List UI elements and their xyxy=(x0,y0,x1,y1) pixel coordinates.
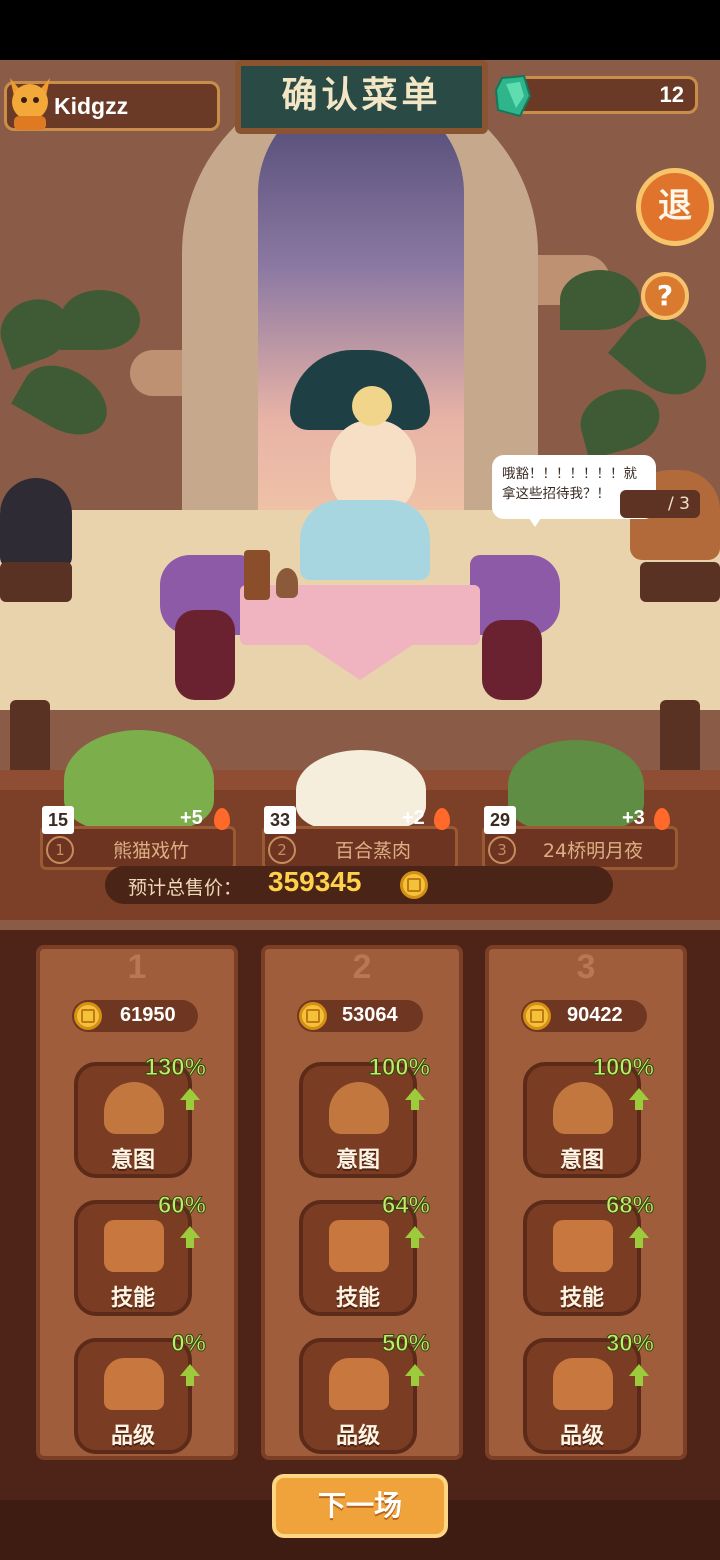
plant-leaf xyxy=(560,270,640,330)
dish-bonus: +5 xyxy=(180,807,203,829)
up-arrow-stem xyxy=(635,1100,643,1110)
coin-icon xyxy=(523,1002,551,1030)
dish-name: 百合蒸肉 xyxy=(334,840,411,862)
up-arrow-stem xyxy=(411,1376,419,1386)
skill-percent: 60% xyxy=(157,1192,206,1220)
gem-icon xyxy=(494,74,532,118)
ladle-icon xyxy=(104,1082,164,1134)
ladle-icon xyxy=(553,1082,613,1134)
side-rail xyxy=(640,562,720,602)
grade-percent: 30% xyxy=(605,1330,654,1358)
flame-icon xyxy=(214,808,230,830)
grade-label: 品级 xyxy=(559,1424,604,1449)
dish-bonus: +2 xyxy=(402,807,425,829)
column-price: 61950 xyxy=(120,1004,176,1026)
cleaver-icon xyxy=(329,1220,389,1272)
up-arrow-icon xyxy=(405,1364,425,1376)
up-arrow-icon xyxy=(180,1364,200,1376)
hair-ornament xyxy=(352,386,392,426)
up-arrow-icon xyxy=(629,1364,649,1376)
intent-label: 意图 xyxy=(110,1148,155,1173)
plant-leaf xyxy=(60,290,140,350)
up-arrow-stem xyxy=(186,1238,194,1248)
up-arrow-stem xyxy=(635,1376,643,1386)
intent-label: 意图 xyxy=(335,1148,380,1173)
dish-rank: 2 xyxy=(268,836,296,864)
railing-post xyxy=(10,700,50,780)
customer-body xyxy=(300,500,430,580)
help-button[interactable]: ? xyxy=(641,272,689,320)
column-price: 53064 xyxy=(342,1004,398,1026)
intent-percent: 130% xyxy=(144,1054,206,1082)
total-price-label: 预计总售价： xyxy=(128,877,243,899)
username: Kidgzz xyxy=(54,93,129,119)
up-arrow-icon xyxy=(180,1226,200,1238)
skill-percent: 64% xyxy=(381,1192,430,1220)
up-arrow-icon xyxy=(180,1088,200,1100)
thumbs-up-icon xyxy=(553,1358,613,1410)
page-title: 确认菜单 xyxy=(281,74,442,116)
speech-bubble-tail xyxy=(527,515,543,527)
progress-indicator: / 3 xyxy=(620,490,700,518)
dish-rank: 1 xyxy=(46,836,74,864)
dish-rank: 3 xyxy=(488,836,516,864)
skill-label: 技能 xyxy=(559,1286,604,1311)
cleaver-icon xyxy=(104,1220,164,1272)
side-rail xyxy=(0,562,72,602)
up-arrow-icon xyxy=(405,1088,425,1100)
grade-percent: 50% xyxy=(381,1330,430,1358)
cleaver-icon xyxy=(553,1220,613,1272)
skill-percent: 68% xyxy=(605,1192,654,1220)
coin-icon xyxy=(299,1002,327,1030)
exit-button[interactable]: 退 xyxy=(636,168,714,246)
grade-label: 品级 xyxy=(110,1424,155,1449)
dish-bonus: +3 xyxy=(622,807,645,829)
column-number: 1 xyxy=(127,948,147,986)
coin-icon xyxy=(400,871,428,899)
thumbs-up-icon xyxy=(329,1358,389,1410)
bench-leg xyxy=(482,620,542,700)
avatar[interactable] xyxy=(4,70,56,132)
up-arrow-stem xyxy=(186,1100,194,1110)
thumbs-up-icon xyxy=(104,1358,164,1410)
column-number: 2 xyxy=(352,948,372,986)
grade-percent: 0% xyxy=(171,1330,207,1358)
dish-name: 24桥明月夜 xyxy=(542,840,644,862)
up-arrow-stem xyxy=(411,1100,419,1110)
chopstick-holder xyxy=(244,550,270,600)
dish-quantity: 33 xyxy=(264,806,296,834)
flame-icon xyxy=(654,808,670,830)
skill-label: 技能 xyxy=(335,1286,380,1311)
railing-post xyxy=(660,700,700,780)
up-arrow-stem xyxy=(186,1376,194,1386)
ladle-icon xyxy=(329,1082,389,1134)
skill-label: 技能 xyxy=(110,1286,155,1311)
up-arrow-stem xyxy=(411,1238,419,1248)
dish-quantity: 15 xyxy=(42,806,74,834)
plant-pot xyxy=(0,478,72,568)
intent-label: 意图 xyxy=(559,1148,604,1173)
gem-count: 12 xyxy=(659,82,684,107)
dish-name: 熊猫戏竹 xyxy=(112,840,189,862)
intent-percent: 100% xyxy=(592,1054,654,1082)
total-price-value: 359345 xyxy=(268,866,362,897)
intent-percent: 100% xyxy=(368,1054,430,1082)
next-round-button[interactable]: 下一场 xyxy=(272,1474,448,1538)
column-price: 90422 xyxy=(567,1004,623,1026)
up-arrow-icon xyxy=(405,1226,425,1238)
coin-icon xyxy=(74,1002,102,1030)
up-arrow-icon xyxy=(629,1226,649,1238)
flame-icon xyxy=(434,808,450,830)
speech-text: 哦豁！！！！！！！就拿这些招待我？！ xyxy=(502,466,637,502)
bench-leg xyxy=(175,610,235,700)
up-arrow-icon xyxy=(629,1088,649,1100)
up-arrow-stem xyxy=(635,1238,643,1248)
fox-avatar-icon xyxy=(10,78,50,130)
dish-quantity: 29 xyxy=(484,806,516,834)
grade-label: 品级 xyxy=(335,1424,380,1449)
column-number: 3 xyxy=(576,948,596,986)
wine-pot xyxy=(276,568,298,598)
